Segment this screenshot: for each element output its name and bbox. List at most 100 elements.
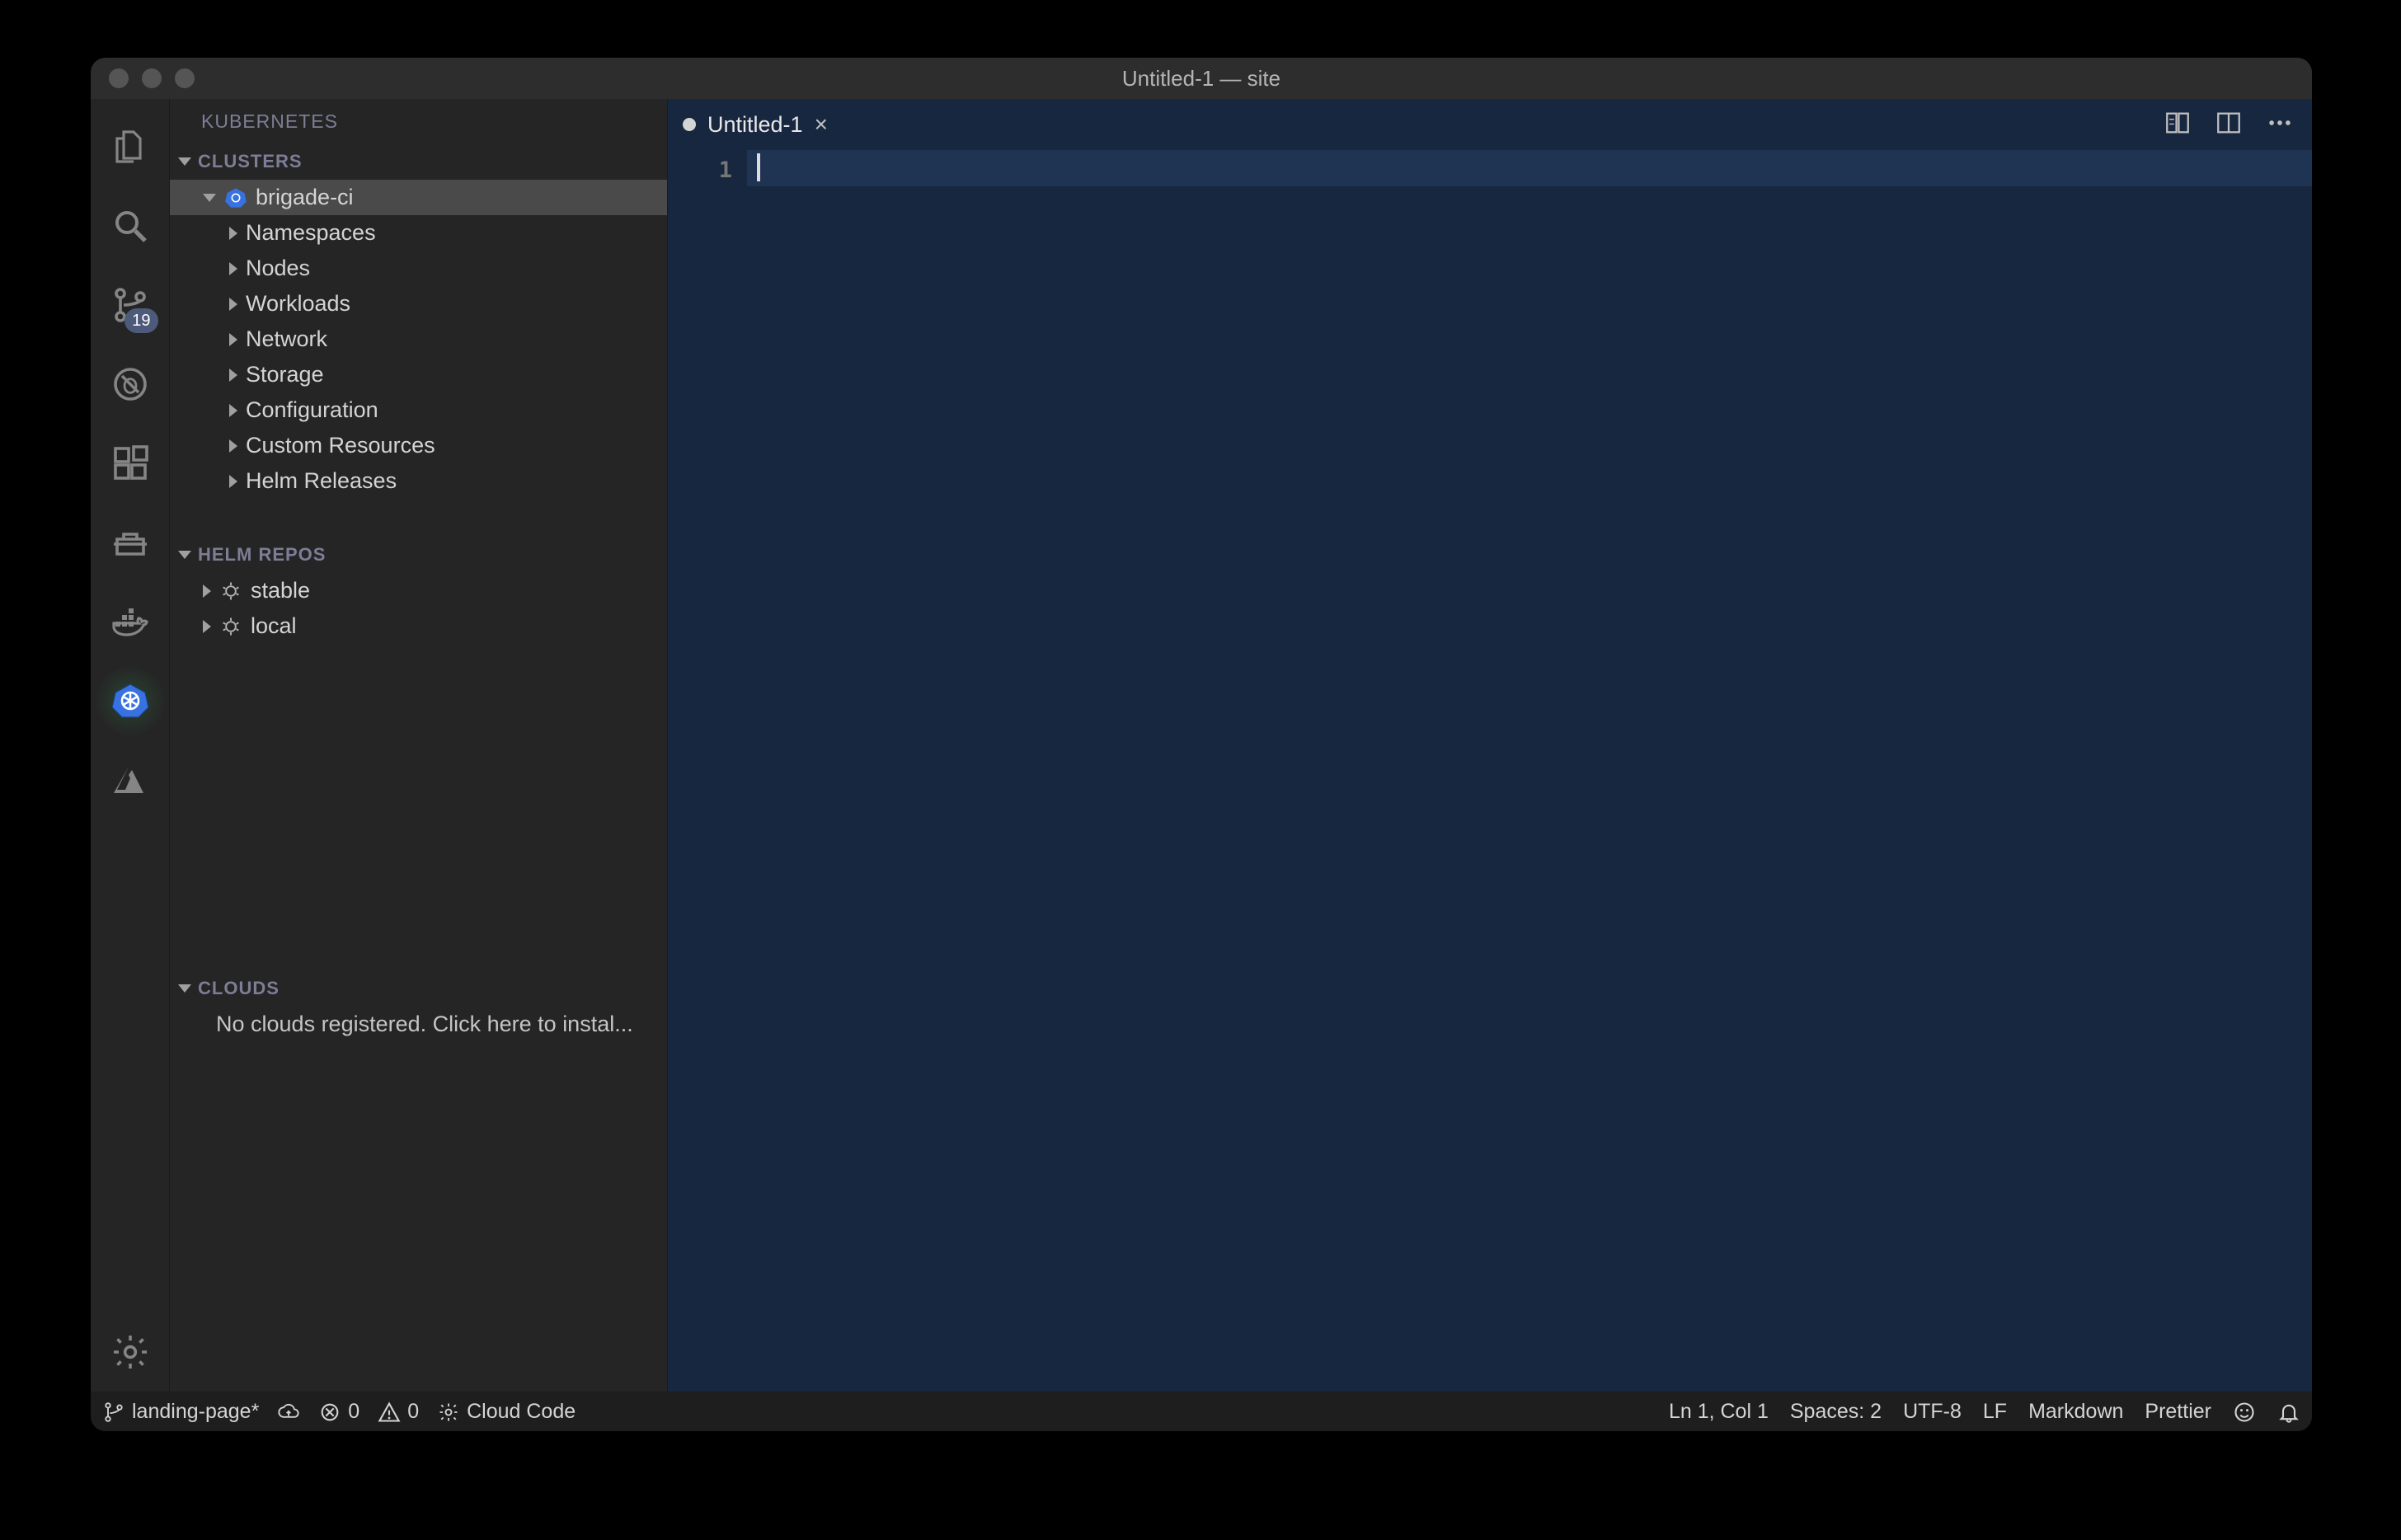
helm-repo-stable[interactable]: stable: [170, 573, 667, 608]
editor-actions: [2164, 99, 2312, 150]
tree-item-label: Workloads: [246, 291, 350, 317]
title-bar[interactable]: Untitled-1 — site: [91, 58, 2312, 99]
open-changes-button[interactable]: [2164, 109, 2192, 141]
search-icon: [110, 206, 150, 246]
text-editor[interactable]: 1: [668, 150, 2312, 1392]
status-encoding[interactable]: UTF-8: [1903, 1400, 1962, 1424]
chevron-down-icon: [178, 551, 191, 559]
cloud-code-label: Cloud Code: [467, 1400, 576, 1424]
chevron-right-icon: [229, 298, 237, 311]
helm-icon: [219, 580, 242, 603]
ellipsis-icon: [2266, 109, 2294, 137]
activity-settings[interactable]: [91, 1312, 170, 1392]
tree-item-label: Custom Resources: [246, 433, 435, 458]
activity-source-control[interactable]: 19: [91, 265, 170, 345]
tree-item-namespaces[interactable]: Namespaces: [170, 215, 667, 251]
gear-icon: [110, 1332, 150, 1372]
status-branch[interactable]: landing-page*: [102, 1400, 259, 1424]
helm-repo-local[interactable]: local: [170, 608, 667, 644]
helm-repo-label: stable: [251, 578, 310, 603]
close-window-button[interactable]: [109, 68, 129, 88]
window-title: Untitled-1 — site: [91, 66, 2312, 92]
close-tab-button[interactable]: ×: [815, 113, 828, 136]
tree-item-storage[interactable]: Storage: [170, 357, 667, 392]
minimize-window-button[interactable]: [142, 68, 162, 88]
workbench-body: 19: [91, 99, 2312, 1392]
activity-azure[interactable]: [91, 740, 170, 819]
tree-item-label: Nodes: [246, 256, 310, 281]
status-cursor-position[interactable]: Ln 1, Col 1: [1669, 1400, 1769, 1424]
bell-icon: [2277, 1401, 2300, 1424]
split-icon: [2215, 109, 2243, 137]
status-cloud-code[interactable]: Cloud Code: [437, 1400, 576, 1424]
tree-item-workloads[interactable]: Workloads: [170, 286, 667, 322]
status-sync[interactable]: [277, 1401, 300, 1424]
sidebar-heading: KUBERNETES: [170, 99, 667, 143]
tab-untitled-1[interactable]: Untitled-1 ×: [668, 99, 843, 150]
editor-group: Untitled-1 × 1: [668, 99, 2312, 1392]
error-count: 0: [348, 1400, 359, 1424]
tree-item-network[interactable]: Network: [170, 322, 667, 357]
warning-icon: [378, 1401, 401, 1424]
maximize-window-button[interactable]: [175, 68, 195, 88]
chevron-right-icon: [229, 439, 237, 453]
status-language-mode[interactable]: Markdown: [2028, 1400, 2123, 1424]
activity-extensions[interactable]: [91, 424, 170, 503]
status-indentation[interactable]: Spaces: 2: [1790, 1400, 1882, 1424]
chevron-right-icon: [203, 620, 211, 633]
section-label: CLUSTERS: [198, 151, 303, 172]
scm-badge: 19: [125, 308, 157, 333]
tree-item-label: Storage: [246, 362, 324, 387]
status-warnings[interactable]: 0: [378, 1400, 419, 1424]
tree-item-custom-resources[interactable]: Custom Resources: [170, 428, 667, 463]
tree-item-configuration[interactable]: Configuration: [170, 392, 667, 428]
chevron-down-icon: [178, 157, 191, 166]
text-cursor: [757, 153, 760, 181]
helm-repo-label: local: [251, 613, 297, 639]
activity-docker[interactable]: [91, 582, 170, 661]
clouds-empty-message[interactable]: No clouds registered. Click here to inst…: [170, 1007, 667, 1037]
activity-kubernetes[interactable]: [91, 661, 170, 740]
git-branch-icon: [102, 1401, 125, 1424]
clusters-tree: brigade-ci Namespaces Nodes Workloads Ne…: [170, 180, 667, 504]
kubernetes-icon: [224, 186, 247, 209]
no-bug-icon: [110, 364, 150, 404]
cluster-node-brigade-ci[interactable]: brigade-ci: [170, 180, 667, 215]
section-label: HELM REPOS: [198, 544, 326, 566]
kubernetes-icon: [110, 681, 150, 721]
activity-search[interactable]: [91, 186, 170, 265]
activity-debug[interactable]: [91, 345, 170, 424]
files-icon: [110, 127, 150, 167]
helm-tree: stable local: [170, 573, 667, 649]
section-header-helm-repos[interactable]: HELM REPOS: [170, 537, 667, 573]
tab-bar: Untitled-1 ×: [668, 99, 2312, 150]
status-notifications[interactable]: [2277, 1401, 2300, 1424]
split-editor-button[interactable]: [2215, 109, 2243, 141]
activity-cloud-code[interactable]: [91, 503, 170, 582]
chevron-right-icon: [229, 404, 237, 417]
smiley-icon: [2233, 1401, 2256, 1424]
extensions-icon: [110, 444, 150, 483]
tree-item-label: Configuration: [246, 397, 378, 423]
error-icon: [318, 1401, 341, 1424]
diff-icon: [2164, 109, 2192, 137]
chevron-right-icon: [229, 227, 237, 240]
branch-name: landing-page*: [132, 1400, 259, 1424]
more-actions-button[interactable]: [2266, 109, 2294, 141]
chevron-right-icon: [229, 369, 237, 382]
activity-explorer[interactable]: [91, 107, 170, 186]
tree-item-helm-releases[interactable]: Helm Releases: [170, 463, 667, 499]
section-header-clouds[interactable]: CLOUDS: [170, 970, 667, 1007]
line-number: 1: [668, 152, 732, 188]
window-controls: [91, 68, 195, 88]
vscode-window: Untitled-1 — site 19: [91, 58, 2312, 1431]
section-header-clusters[interactable]: CLUSTERS: [170, 143, 667, 180]
status-formatter[interactable]: Prettier: [2145, 1400, 2211, 1424]
tree-item-nodes[interactable]: Nodes: [170, 251, 667, 286]
editor-content[interactable]: [747, 150, 2312, 1392]
status-errors[interactable]: 0: [318, 1400, 359, 1424]
status-feedback[interactable]: [2233, 1401, 2256, 1424]
status-eol[interactable]: LF: [1983, 1400, 2007, 1424]
line-number-gutter: 1: [668, 150, 747, 1392]
tab-label: Untitled-1: [707, 112, 803, 138]
